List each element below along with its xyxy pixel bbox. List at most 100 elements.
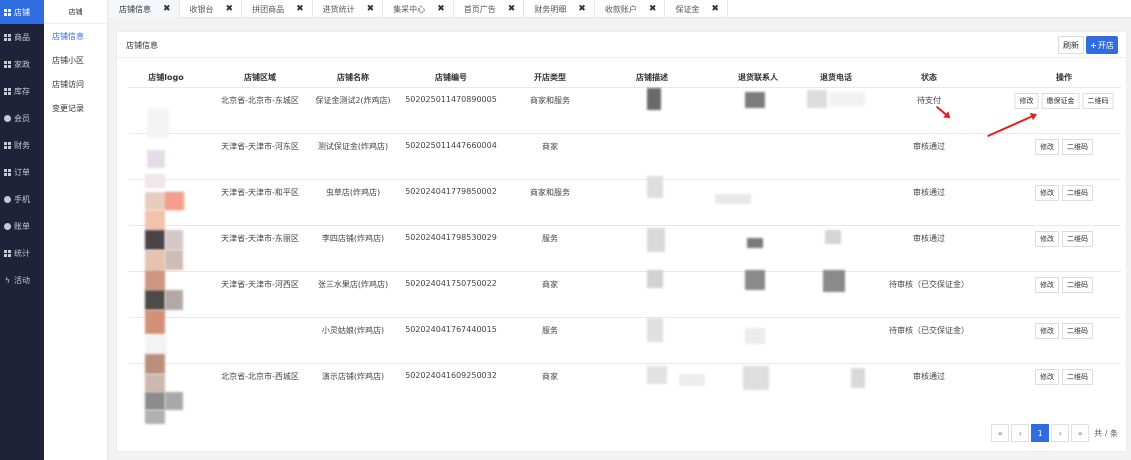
cell-code: 502025011470890005 <box>405 95 497 104</box>
column-header: 操作 <box>1056 73 1072 82</box>
tab-7[interactable]: 收款账户 ✖ <box>595 0 666 18</box>
close-icon[interactable]: ✖ <box>226 4 234 14</box>
rail-item-label: 账单 <box>14 222 30 231</box>
edit-button[interactable]: 修改 <box>1014 93 1039 109</box>
cell-name: 保证金测试2(炸鸡店) <box>315 96 391 105</box>
close-icon[interactable]: ✖ <box>508 4 516 14</box>
rail-item-6[interactable]: 订单 <box>0 159 44 186</box>
table-row: 天津省-天津市-河东区 测试保证金(炸鸡店) 502025011447660004 商… <box>129 133 1121 179</box>
last-page-button[interactable]: » <box>1071 424 1090 442</box>
qrcode-button[interactable]: 二维码 <box>1062 369 1093 385</box>
next-page-button[interactable]: › <box>1051 424 1070 442</box>
rail-item-5[interactable]: 财务 <box>0 132 44 159</box>
tab-5[interactable]: 首页广告 ✖ <box>454 0 525 18</box>
close-icon[interactable]: ✖ <box>711 4 719 14</box>
tab-label: 首页广告 <box>463 4 496 14</box>
tab-label: 进货统计 <box>322 4 355 14</box>
close-icon[interactable]: ✖ <box>296 4 304 14</box>
tab-2[interactable]: 拼团商品 ✖ <box>242 0 313 18</box>
rail-item-label: 库存 <box>14 87 30 96</box>
close-icon[interactable]: ✖ <box>437 4 445 14</box>
qrcode-button[interactable]: 二维码 <box>1062 277 1093 293</box>
rail-item-4[interactable]: 会员 <box>0 105 44 132</box>
rail-item-2[interactable]: 家政 <box>0 51 44 78</box>
edit-button[interactable]: 修改 <box>1035 231 1059 247</box>
cell-name: 小灵姑娘(炸鸡店) <box>321 326 385 335</box>
tab-1[interactable]: 收银台 ✖ <box>180 0 243 18</box>
cell-status: 审核通过 <box>913 372 945 381</box>
qrcode-button[interactable]: 二维码 <box>1062 139 1093 155</box>
row-actions: 修改 二维码 <box>1035 369 1093 385</box>
tab-0[interactable]: 店铺信息 ✖ <box>109 0 180 18</box>
page-1-button[interactable]: 1 <box>1031 424 1050 442</box>
edit-button[interactable]: 修改 <box>1035 139 1059 155</box>
tab-6[interactable]: 财务明细 ✖ <box>524 0 595 18</box>
table-header: 店铺logo 店铺区域 店铺名称 店铺编号 开店类型 店铺描述 退货联系人 退货电话 状态 操作 <box>129 72 1121 86</box>
rail-item-label: 家政 <box>14 60 30 69</box>
cell-type: 服务 <box>542 234 558 243</box>
cell-status: 审核通过 <box>913 234 945 243</box>
close-icon[interactable]: ✖ <box>163 4 171 14</box>
subnav-item-1[interactable]: 店铺小区 <box>44 48 107 72</box>
bolt-icon: ϟ <box>4 276 11 285</box>
tab-label: 店铺信息 <box>119 4 151 14</box>
rail-item-1[interactable]: 商品 <box>0 24 44 51</box>
cell-status: 待审核（已交保证金） <box>889 326 969 335</box>
tab-3[interactable]: 进货统计 ✖ <box>313 0 384 18</box>
tab-8[interactable]: 保证金 ✖ <box>665 0 728 18</box>
column-header: 退货联系人 <box>738 73 778 82</box>
subnav-item-2[interactable]: 店铺访问 <box>44 72 107 96</box>
qrcode-button[interactable]: 二维码 <box>1062 185 1093 201</box>
tab-label: 集采中心 <box>393 4 426 14</box>
pay-deposit-button[interactable]: 缴保证金 <box>1041 93 1080 109</box>
close-icon[interactable]: ✖ <box>367 4 375 14</box>
edit-button[interactable]: 修改 <box>1035 277 1059 293</box>
rail-item-3[interactable]: 库存 <box>0 78 44 105</box>
cell-status: 待审核（已交保证金） <box>889 280 969 289</box>
phone-icon <box>4 196 11 203</box>
table-row: 天津省-天津市-东丽区 李四店铺(炸鸡店) 502024041798530029 服务… <box>129 225 1121 271</box>
cell-code: 502024041798530029 <box>405 233 497 242</box>
pagination: « ‹ 1 › » 共 / 条 <box>991 424 1118 442</box>
edit-button[interactable]: 修改 <box>1035 185 1059 201</box>
close-icon[interactable]: ✖ <box>649 4 657 14</box>
subnav-item-0[interactable]: 店铺信息 <box>44 24 107 48</box>
tab-4[interactable]: 集采中心 ✖ <box>383 0 454 18</box>
edit-button[interactable]: 修改 <box>1035 369 1059 385</box>
qrcode-button[interactable]: 二维码 <box>1062 231 1093 247</box>
prev-page-button[interactable]: ‹ <box>1011 424 1030 442</box>
tab-bar: 店铺信息 ✖ 收银台 ✖ 拼团商品 ✖ 进货统计 ✖ 集采中心 ✖ 首页广告 ✖ 财务明细 ✖ 收款账户 ✖ 保… <box>109 0 1131 18</box>
qrcode-button[interactable]: 二维码 <box>1082 93 1114 109</box>
plus-icon: + <box>1090 40 1097 50</box>
column-header: 店铺名称 <box>337 73 369 82</box>
cell-area: 天津省-天津市-河东区 <box>221 142 299 151</box>
cell-code: 502025011447660004 <box>405 141 497 150</box>
circle-icon <box>4 223 11 230</box>
tab-label: 拼团商品 <box>252 4 285 14</box>
tab-label: 收款账户 <box>604 4 637 14</box>
user-icon <box>4 115 11 122</box>
rail-item-0[interactable]: 店铺 <box>0 0 44 24</box>
cell-area: 北京省-北京市-东城区 <box>221 96 299 105</box>
edit-button[interactable]: 修改 <box>1035 323 1059 339</box>
cell-type: 商家 <box>542 142 558 151</box>
rail-item-10[interactable]: ϟ 活动 <box>0 267 44 294</box>
refresh-button[interactable]: 刷新 <box>1058 36 1084 54</box>
qrcode-button[interactable]: 二维码 <box>1062 323 1093 339</box>
table-row: 小灵姑娘(炸鸡店) 502024041767440015 服务 待审核（已交保证金） 修… <box>129 317 1121 363</box>
rail-item-label: 商品 <box>14 33 30 42</box>
open-store-button[interactable]: + 开店 <box>1086 36 1118 54</box>
rail-item-8[interactable]: 账单 <box>0 213 44 240</box>
first-page-button[interactable]: « <box>991 424 1010 442</box>
rail-item-7[interactable]: 手机 <box>0 186 44 213</box>
grid-icon <box>4 142 11 149</box>
subnav-item-3[interactable]: 变更记录 <box>44 96 107 120</box>
cell-type: 商家 <box>542 280 558 289</box>
grid-icon <box>4 169 11 176</box>
close-icon[interactable]: ✖ <box>578 4 586 14</box>
row-actions: 修改 二维码 <box>1035 139 1093 155</box>
open-store-label: 开店 <box>1097 40 1114 50</box>
rail-item-9[interactable]: 统计 <box>0 240 44 267</box>
sub-navigation: 店铺 店铺信息 店铺小区 店铺访问 变更记录 <box>44 0 108 460</box>
cell-name: 张三水果店(炸鸡店) <box>317 280 389 289</box>
